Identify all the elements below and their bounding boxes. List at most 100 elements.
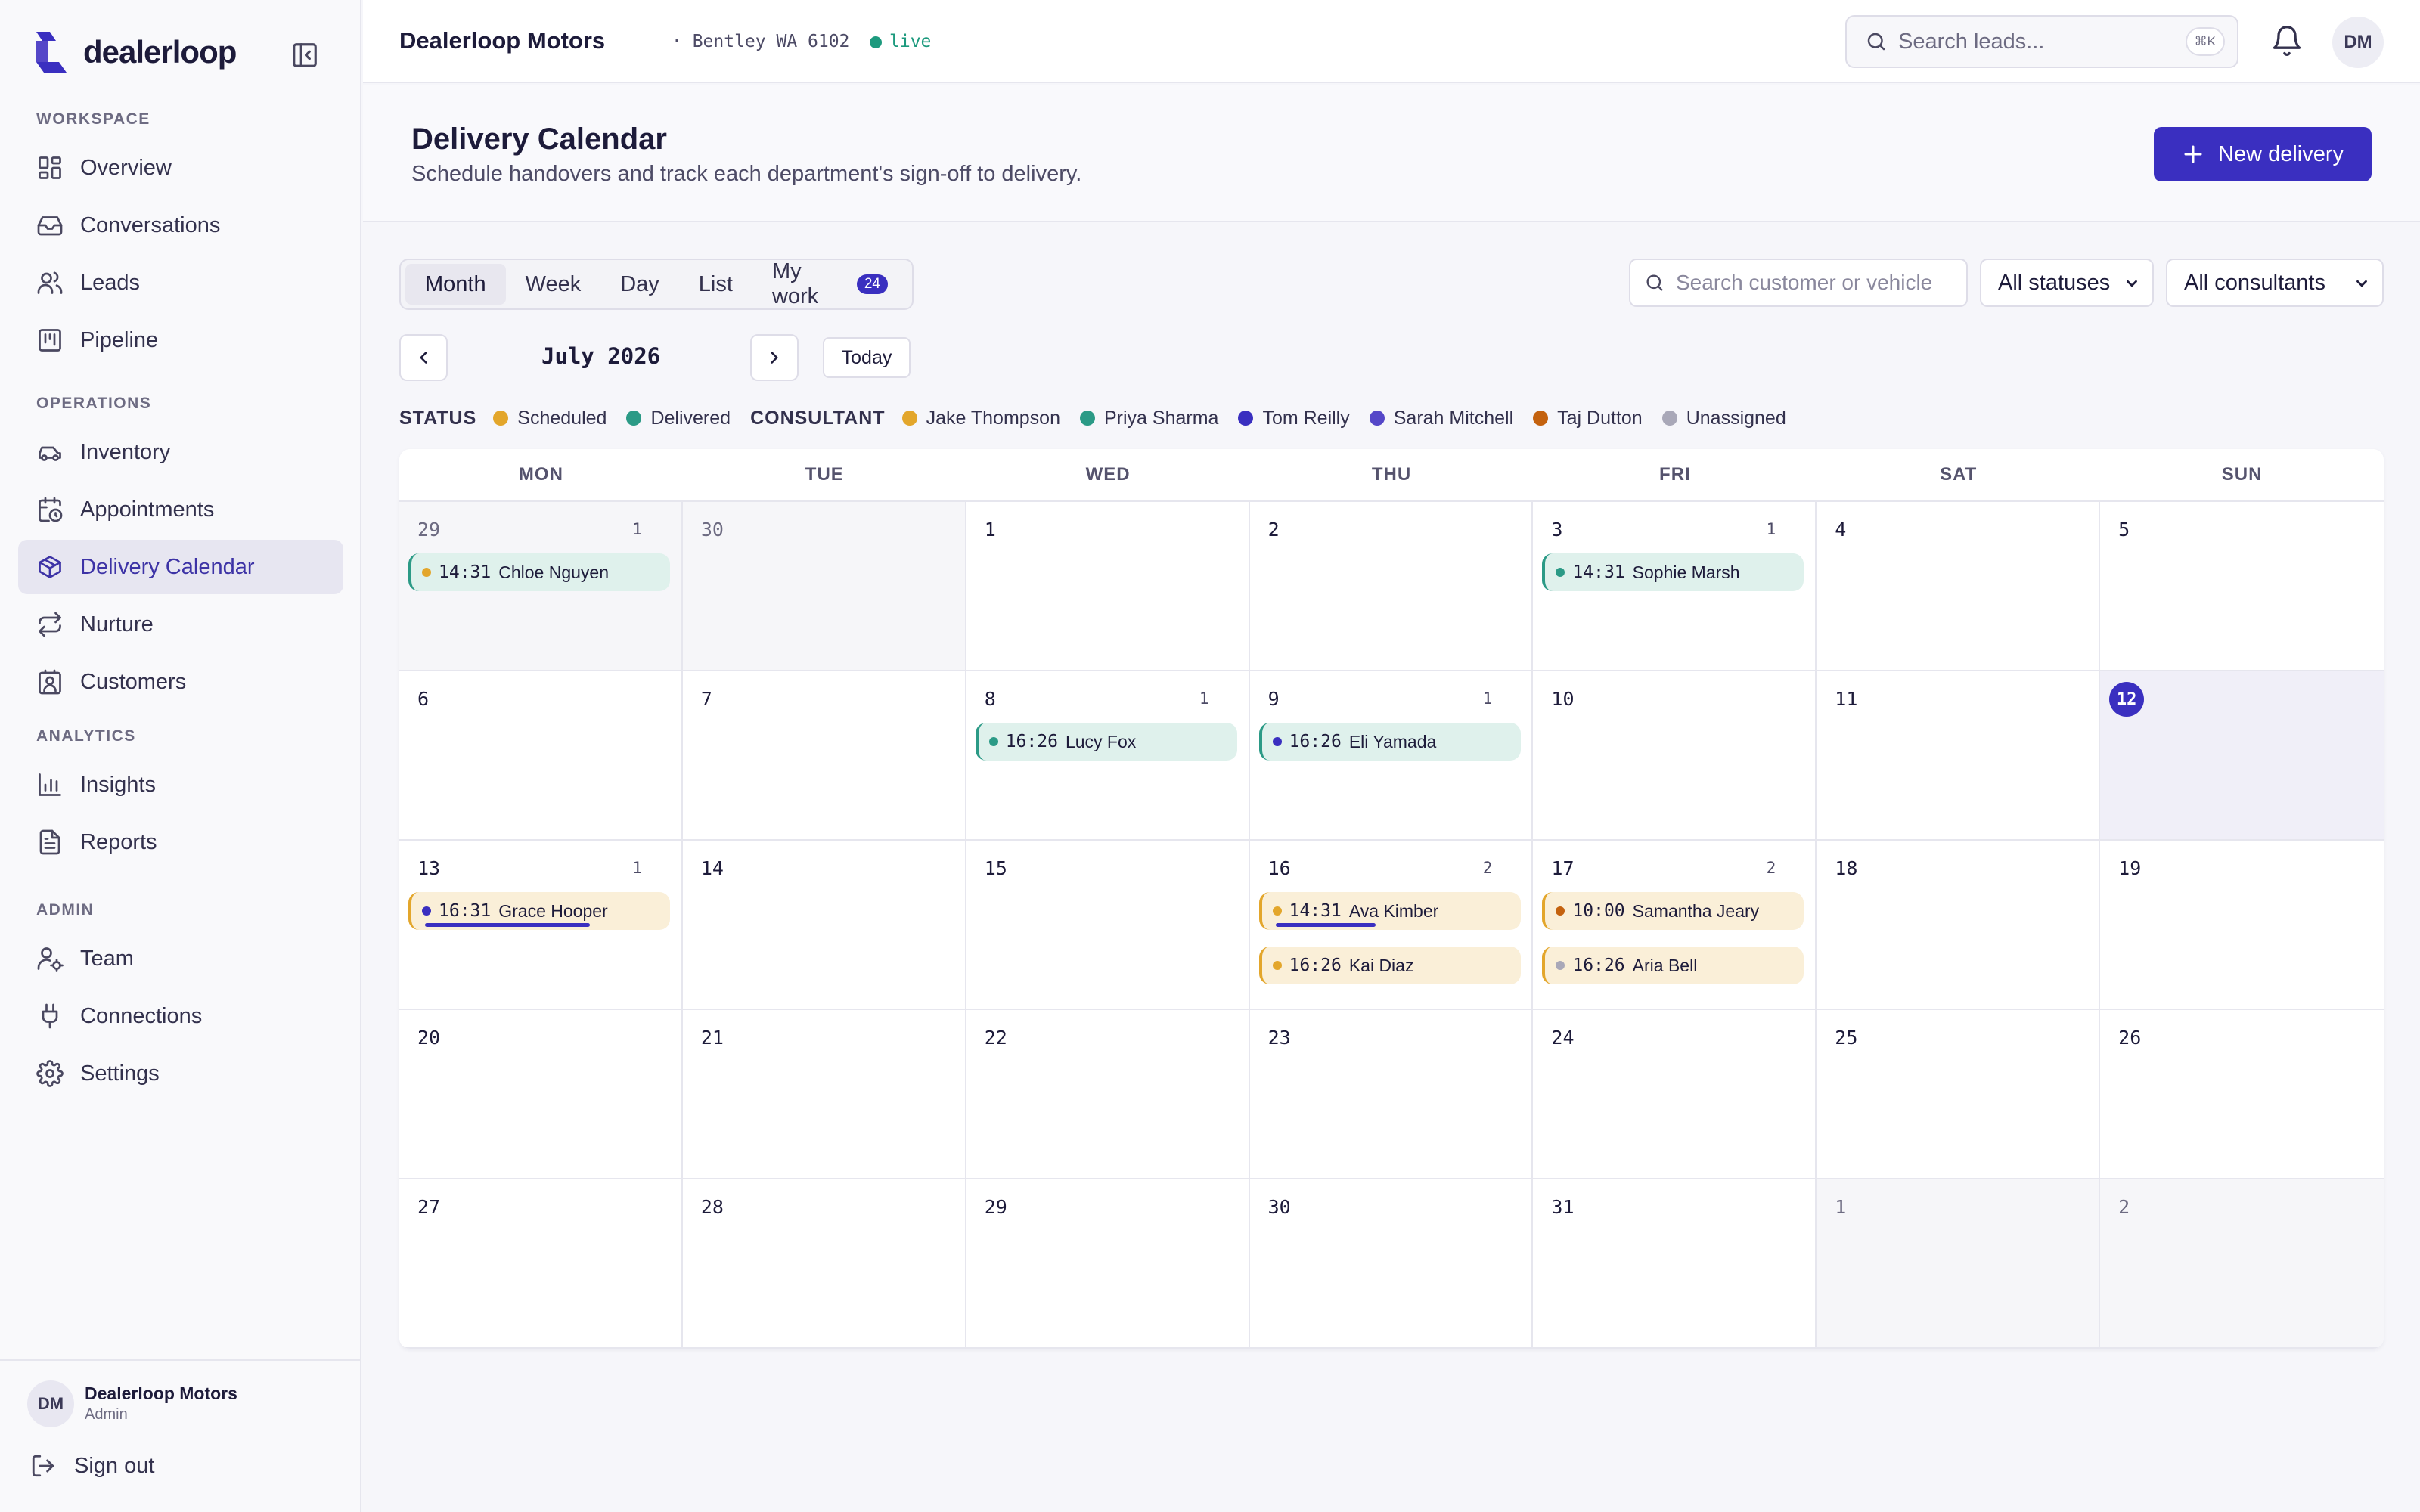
tab-my-work[interactable]: My work 24	[752, 259, 908, 308]
calendar-day[interactable]: 6	[399, 671, 683, 841]
sidebar-item-settings[interactable]: Settings	[18, 1046, 343, 1101]
legend-color-dot	[1661, 411, 1677, 426]
search-placeholder: Search leads...	[1898, 29, 2045, 54]
notifications-button[interactable]	[2270, 24, 2304, 57]
previous-month-button[interactable]	[399, 334, 448, 381]
sidebar-item-overview[interactable]: Overview	[18, 141, 343, 195]
weekday-wed: WED	[1085, 464, 1131, 485]
delivery-event[interactable]: 14:31 Sophie Marsh	[1542, 553, 1804, 591]
sidebar-item-team[interactable]: Team	[18, 931, 343, 986]
event-customer: Eli Yamada	[1348, 731, 1437, 751]
calendar-day[interactable]: 20	[399, 1010, 683, 1179]
tab-label: Day	[620, 271, 659, 296]
today-button[interactable]: Today	[823, 337, 911, 378]
sidebar-item-customers[interactable]: Customers	[18, 655, 343, 709]
calendar-day[interactable]: 28	[682, 1179, 966, 1349]
calendar-day[interactable]: 14	[682, 841, 966, 1010]
calendar-day[interactable]: 9 1 16:26 Eli Yamada	[1249, 671, 1534, 841]
calendar-day[interactable]: 29	[966, 1179, 1250, 1349]
calendar-day[interactable]: 13 1 16:31 Grace Hooper	[399, 841, 683, 1010]
calendar-day[interactable]: 18	[1817, 841, 2101, 1010]
sidebar-item-label: Connections	[80, 1003, 203, 1028]
sidebar-item-pipeline[interactable]: Pipeline	[18, 313, 343, 367]
calendar-day[interactable]: 24	[1533, 1010, 1817, 1179]
customer-vehicle-search-input[interactable]: Search customer or vehicle	[1629, 259, 1968, 307]
user-avatar[interactable]: DM	[2332, 17, 2384, 68]
new-delivery-button[interactable]: New delivery	[2154, 127, 2372, 181]
calendar-day[interactable]: 30	[682, 502, 966, 671]
tab-list[interactable]: List	[679, 264, 752, 305]
calendar-day[interactable]: 21	[682, 1010, 966, 1179]
calendar-day[interactable]: 25	[1817, 1010, 2101, 1179]
sidebar-item-label: Customers	[80, 669, 187, 694]
account-avatar[interactable]: DM	[27, 1380, 74, 1427]
calendar-day[interactable]: 19	[2100, 841, 2384, 1010]
calendar-day[interactable]: 23	[1249, 1010, 1534, 1179]
delivery-event[interactable]: 16:26 Lucy Fox	[975, 723, 1237, 761]
tab-week[interactable]: Week	[506, 264, 601, 305]
delivery-event[interactable]: 14:31 Ava Kimber	[1258, 892, 1521, 930]
status-filter-value: All statuses	[1998, 270, 2111, 295]
status-filter-select[interactable]: All statuses	[1980, 259, 2154, 307]
consultant-dot	[1272, 906, 1282, 916]
delivery-event[interactable]: 16:31 Grace Hooper	[408, 892, 670, 930]
account-panel: DM Dealerloop Motors Admin Sign out	[0, 1359, 361, 1512]
consultant-filter-select[interactable]: All consultants	[2166, 259, 2384, 307]
brand-name: dealerloop	[83, 34, 237, 70]
calendar-day-today[interactable]: 12	[2100, 671, 2384, 841]
sidebar-item-reports[interactable]: Reports	[18, 815, 343, 869]
bell-icon	[2273, 26, 2301, 56]
legend-label: Sarah Mitchell	[1393, 407, 1514, 429]
sidebar-item-nurture[interactable]: Nurture	[18, 597, 343, 652]
day-number: 5	[2118, 519, 2130, 541]
calendar-day[interactable]: 16 2 14:31 Ava Kimber 16:26 Kai Diaz	[1249, 841, 1534, 1010]
delivery-event[interactable]: 16:26 Kai Diaz	[1258, 947, 1521, 984]
collapse-sidebar-button[interactable]	[290, 41, 319, 70]
calendar-day[interactable]: 1	[1817, 1179, 2101, 1349]
sidebar-item-appointments[interactable]: Appointments	[18, 482, 343, 537]
delivery-event[interactable]: 16:26 Eli Yamada	[1258, 723, 1521, 761]
calendar-day[interactable]: 4	[1817, 502, 2101, 671]
tab-day[interactable]: Day	[600, 264, 679, 305]
consultant-dot	[1556, 961, 1565, 970]
legend-consultant-priya-sharma: Priya Sharma	[1079, 407, 1218, 429]
calendar-day[interactable]: 3 1 14:31 Sophie Marsh	[1533, 502, 1817, 671]
sidebar-item-inventory[interactable]: Inventory	[18, 425, 343, 479]
delivery-event[interactable]: 14:31 Chloe Nguyen	[408, 553, 670, 591]
calendar-day[interactable]: 15	[966, 841, 1250, 1010]
car-icon	[39, 446, 61, 461]
calendar-day[interactable]: 7	[682, 671, 966, 841]
calendar-day[interactable]: 27	[399, 1179, 683, 1349]
calendar-day[interactable]: 30	[1249, 1179, 1534, 1349]
delivery-event[interactable]: 10:00 Samantha Jeary	[1542, 892, 1804, 930]
package-icon	[39, 556, 61, 578]
legend-label: Taj Dutton	[1557, 407, 1643, 429]
sidebar-item-leads[interactable]: Leads	[18, 256, 343, 310]
calendar-day[interactable]: 11	[1817, 671, 2101, 841]
calendar-day[interactable]: 29 1 14:31 Chloe Nguyen	[399, 502, 683, 671]
sidebar-item-conversations[interactable]: Conversations	[18, 198, 343, 253]
legend-status-scheduled: Scheduled	[493, 407, 607, 429]
calendar-day[interactable]: 2	[1249, 502, 1534, 671]
next-month-button[interactable]	[750, 334, 799, 381]
day-number: 30	[700, 519, 724, 541]
calendar-day[interactable]: 26	[2100, 1010, 2384, 1179]
calendar-day[interactable]: 2	[2100, 1179, 2384, 1349]
sidebar-item-connections[interactable]: Connections	[18, 989, 343, 1043]
weekday-tue: TUE	[805, 464, 844, 485]
tab-month[interactable]: Month	[405, 264, 506, 305]
sidebar-item-delivery-calendar[interactable]: Delivery Calendar	[18, 540, 343, 594]
calendar-day[interactable]: 10	[1533, 671, 1817, 841]
delivery-event[interactable]: 16:26 Aria Bell	[1542, 947, 1804, 984]
calendar-day[interactable]: 31	[1533, 1179, 1817, 1349]
sidebar-item-insights[interactable]: Insights	[18, 758, 343, 812]
calendar-day[interactable]: 22	[966, 1010, 1250, 1179]
calendar-day[interactable]: 8 1 16:26 Lucy Fox	[966, 671, 1250, 841]
calendar-day[interactable]: 1	[966, 502, 1250, 671]
calendar-day[interactable]: 5	[2100, 502, 2384, 671]
global-search-input[interactable]: Search leads... ⌘K	[1845, 15, 2238, 68]
sign-out-button[interactable]: Sign out	[30, 1453, 154, 1479]
legend-label: Tom Reilly	[1262, 407, 1350, 429]
calendar-day[interactable]: 17 2 10:00 Samantha Jeary 16:26 Aria Bell	[1533, 841, 1817, 1010]
logo[interactable]: dealerloop	[33, 30, 237, 74]
